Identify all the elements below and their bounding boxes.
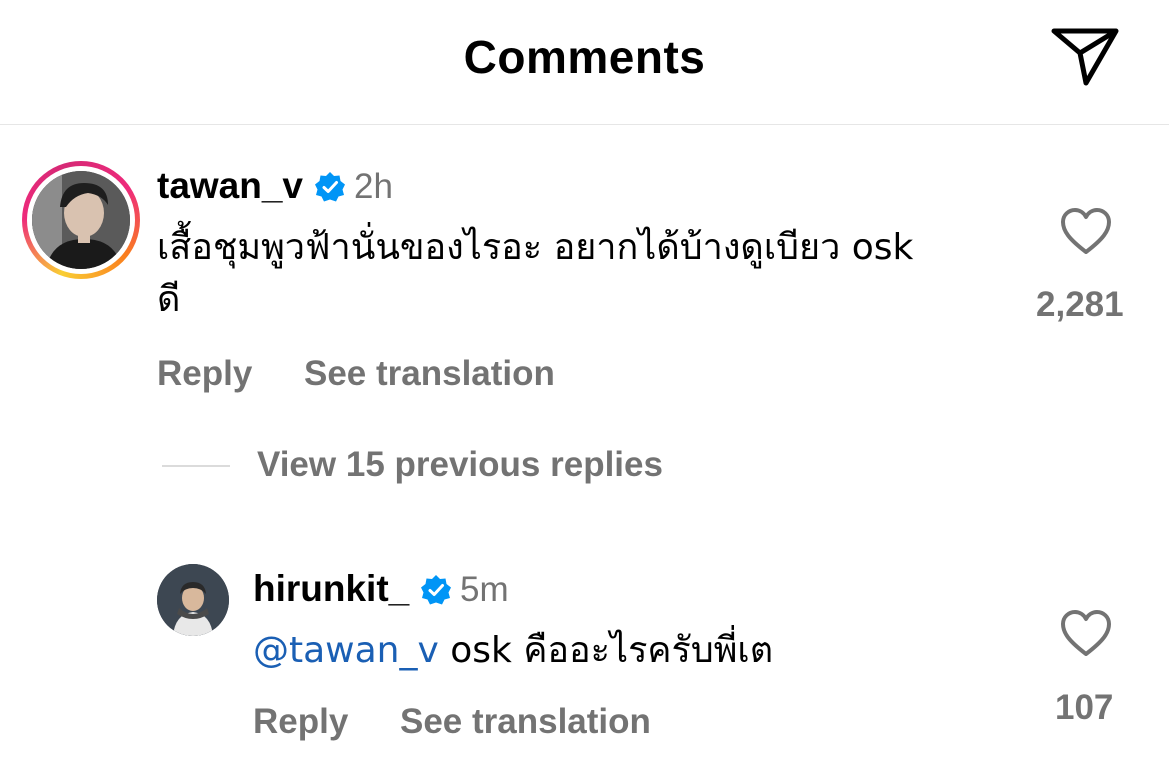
comment-text: เสื้อชุมพูวฟ้านั่นของไรอะ อยากได้บ้างดูเ… — [157, 222, 913, 326]
reply-text: @tawan_v osk คืออะไรครับพี่เต — [253, 625, 773, 677]
see-translation-button[interactable]: See translation — [304, 354, 555, 394]
reply-text-body: osk คืออะไรครับพี่เต — [438, 630, 774, 671]
comment-text-line: เสื้อชุมพูวฟ้านั่นของไรอะ อยากได้บ้างดูเ… — [157, 227, 914, 268]
see-translation-button[interactable]: See translation — [400, 702, 651, 742]
reply-button[interactable]: Reply — [157, 354, 252, 394]
comment-text-line: ดี — [157, 279, 181, 320]
user-mention-link[interactable]: @tawan_v — [253, 630, 439, 671]
avatar — [32, 171, 130, 269]
page-title: Comments — [463, 31, 706, 83]
verified-badge-icon — [315, 172, 345, 202]
avatar-story-ring[interactable] — [22, 161, 140, 279]
paper-plane-icon — [1051, 28, 1119, 86]
like-count: 2,281 — [1036, 285, 1124, 324]
comments-header: Comments — [0, 0, 1169, 125]
reply-time: 5m — [460, 570, 509, 609]
comment-time: 2h — [354, 167, 393, 206]
like-count: 107 — [1055, 688, 1114, 727]
replies-divider — [162, 465, 230, 467]
heart-icon[interactable] — [1059, 207, 1113, 257]
verified-badge-icon — [421, 575, 451, 605]
view-previous-replies-button[interactable]: View 15 previous replies — [257, 445, 663, 485]
comment-username[interactable]: tawan_v — [157, 165, 303, 207]
avatar[interactable] — [157, 564, 229, 636]
heart-icon[interactable] — [1059, 609, 1113, 659]
reply-username[interactable]: hirunkit_ — [253, 568, 409, 610]
reply-button[interactable]: Reply — [253, 702, 348, 742]
share-button[interactable] — [1050, 25, 1122, 89]
